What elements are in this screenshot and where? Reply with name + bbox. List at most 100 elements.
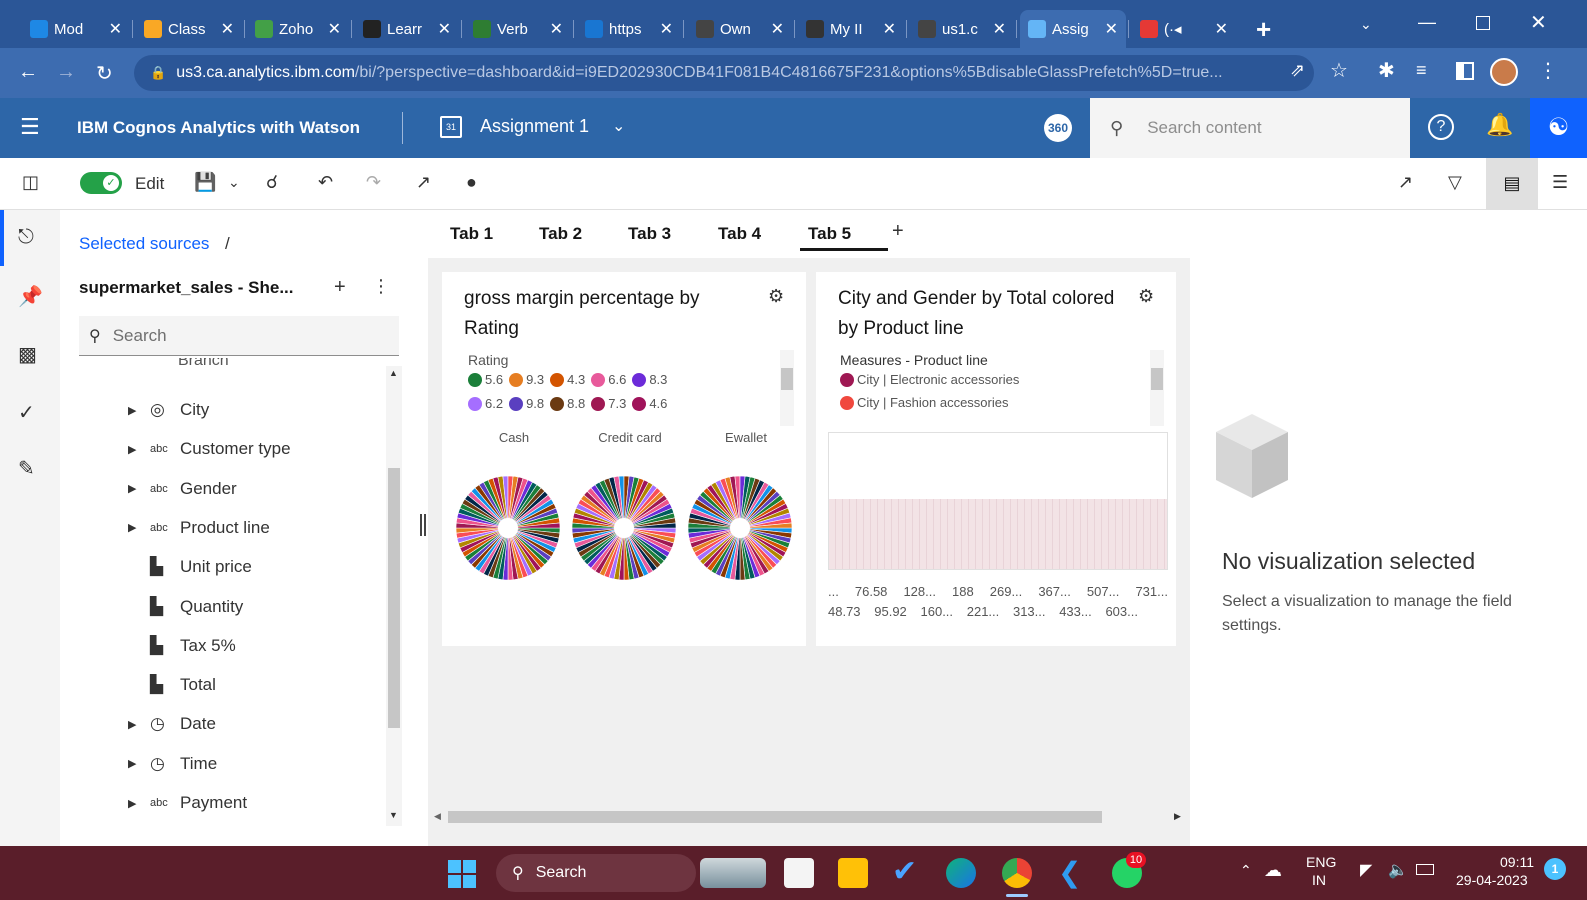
- user-icon[interactable]: ☯: [1530, 98, 1587, 158]
- battery-icon[interactable]: [1416, 864, 1434, 875]
- wifi-icon[interactable]: ◤: [1360, 860, 1372, 880]
- new-tab-button[interactable]: +: [1256, 14, 1271, 45]
- add-tab-button[interactable]: +: [892, 220, 904, 243]
- taskbar-search-box[interactable]: ⚲ Search: [496, 854, 696, 892]
- windows-start-icon[interactable]: [448, 860, 476, 888]
- dashboard-name[interactable]: Assignment 1: [480, 116, 589, 137]
- gross-margin-card[interactable]: gross margin percentage by Rating ⚙ Rati…: [442, 272, 806, 646]
- share-icon[interactable]: ⇗: [1290, 60, 1305, 81]
- save-dropdown-chevron-icon[interactable]: ⌄: [228, 174, 240, 191]
- source-tree-item[interactable]: ▙ Total: [60, 667, 386, 703]
- source-tree-item[interactable]: ▶ abc Product line: [60, 510, 386, 546]
- legend-item[interactable]: City | Fashion accessories: [840, 395, 1019, 410]
- add-source-icon[interactable]: +: [334, 276, 346, 299]
- pin-icon[interactable]: 📌: [18, 284, 43, 309]
- legend-item[interactable]: 9.3: [509, 372, 544, 387]
- browser-tab[interactable]: Verb ✕: [465, 10, 571, 48]
- close-tab-icon[interactable]: ✕: [660, 19, 673, 39]
- assistant-icon[interactable]: ✎: [18, 456, 35, 481]
- legend-item[interactable]: 4.6: [632, 396, 667, 411]
- browser-tab[interactable]: My II ✕: [798, 10, 904, 48]
- browser-tab[interactable]: Own ✕: [688, 10, 792, 48]
- redo-icon[interactable]: ↷: [366, 172, 381, 193]
- undo-icon[interactable]: ↶: [318, 172, 333, 193]
- reading-list-icon[interactable]: ≡: [1416, 60, 1427, 81]
- browser-tab[interactable]: Learr ✕: [355, 10, 459, 48]
- source-name[interactable]: supermarket_sales - She...: [79, 278, 294, 298]
- weather-cloud-icon[interactable]: ☁: [1264, 860, 1282, 881]
- dashboard-tab[interactable]: Tab 3: [628, 224, 671, 244]
- settings-sliders-icon[interactable]: ☰: [1552, 172, 1568, 193]
- caret-right-icon[interactable]: ▶: [128, 482, 136, 495]
- legend-item[interactable]: 8.8: [550, 396, 585, 411]
- search-content-box[interactable]: ⚲ Search content: [1090, 98, 1410, 158]
- chrome-icon[interactable]: [1002, 858, 1032, 888]
- source-tree-item[interactable]: ▙ Unit price: [60, 549, 386, 585]
- legend-scrollbar[interactable]: [1150, 350, 1164, 426]
- tab-search-icon[interactable]: ⌄: [1360, 16, 1372, 33]
- watson-badge[interactable]: 360: [1044, 114, 1072, 142]
- browser-tab[interactable]: Assig ✕: [1020, 10, 1126, 48]
- scroll-down-icon[interactable]: ▼: [389, 810, 398, 820]
- caret-right-icon[interactable]: ▶: [128, 797, 136, 810]
- close-tab-icon[interactable]: ✕: [1105, 19, 1118, 39]
- caret-right-icon[interactable]: ▶: [128, 404, 136, 417]
- side-panel-icon[interactable]: [1456, 62, 1474, 80]
- caret-right-icon[interactable]: ▶: [128, 757, 136, 770]
- legend-item[interactable]: 6.2: [468, 396, 503, 411]
- selected-sources-link[interactable]: Selected sources: [79, 234, 209, 254]
- back-icon[interactable]: ←: [18, 61, 38, 84]
- source-tree-item[interactable]: ▙ Tax 5%: [60, 628, 386, 664]
- close-tab-icon[interactable]: ✕: [328, 19, 341, 39]
- browser-menu-icon[interactable]: ⋮: [1538, 58, 1558, 83]
- source-tree-item[interactable]: ▶ abc Payment: [60, 785, 386, 821]
- relationships-icon[interactable]: ●: [466, 172, 477, 193]
- legend-item[interactable]: 7.3: [591, 396, 626, 411]
- tree-scrollbar[interactable]: ▲ ▼: [386, 366, 402, 826]
- source-tree-item[interactable]: ▶ abc Gender: [60, 471, 386, 507]
- legend-item[interactable]: 6.6: [591, 372, 626, 387]
- filter-icon[interactable]: ▽: [1448, 172, 1462, 193]
- close-tab-icon[interactable]: ✕: [221, 19, 234, 39]
- properties-panel-icon[interactable]: ▤: [1486, 158, 1538, 209]
- dashboard-tab[interactable]: Tab 4: [718, 224, 761, 244]
- browser-tab[interactable]: us1.c ✕: [910, 10, 1014, 48]
- language-line1[interactable]: ENG: [1306, 854, 1336, 870]
- notifications-bell-icon[interactable]: 🔔: [1486, 112, 1513, 138]
- notification-badge[interactable]: 1: [1544, 858, 1566, 880]
- legend-item[interactable]: 8.3: [632, 372, 667, 387]
- visualizations-icon[interactable]: ▩: [18, 342, 37, 367]
- caret-right-icon[interactable]: ▶: [128, 718, 136, 731]
- legend-scrollbar[interactable]: [780, 350, 794, 426]
- legend-item[interactable]: 5.6: [468, 372, 503, 387]
- close-tab-icon[interactable]: ✕: [771, 19, 784, 39]
- save-icon[interactable]: 💾: [194, 172, 216, 193]
- profile-avatar[interactable]: [1490, 58, 1518, 86]
- source-menu-icon[interactable]: ⋮: [372, 276, 390, 297]
- legend-thumb[interactable]: [1151, 368, 1163, 390]
- legend-item[interactable]: 4.3: [550, 372, 585, 387]
- close-tab-icon[interactable]: ✕: [438, 19, 451, 39]
- source-tree-item[interactable]: ▶ ◷ Time: [60, 746, 386, 782]
- browser-tab[interactable]: Zoho ✕: [247, 10, 349, 48]
- scroll-right-icon[interactable]: ▶: [1174, 811, 1181, 822]
- close-window-icon[interactable]: ✕: [1530, 10, 1547, 35]
- data-sources-icon[interactable]: ⎋: [18, 226, 34, 249]
- card-settings-icon[interactable]: ⚙: [768, 286, 784, 307]
- language-line2[interactable]: IN: [1312, 872, 1326, 888]
- browser-tab[interactable]: https ✕: [577, 10, 681, 48]
- city-gender-card[interactable]: City and Gender by Total colored by Prod…: [816, 272, 1176, 646]
- comment-icon[interactable]: ◫: [22, 172, 39, 193]
- vscode-icon[interactable]: ❮: [1058, 856, 1081, 889]
- legend-item[interactable]: 9.8: [509, 396, 544, 411]
- reload-icon[interactable]: ↻: [96, 61, 113, 86]
- canvas-scroll-thumb[interactable]: [448, 811, 1102, 823]
- minimize-icon[interactable]: —: [1418, 12, 1436, 33]
- legend-item[interactable]: City | Electronic accessories: [840, 372, 1019, 387]
- close-tab-icon[interactable]: ✕: [550, 19, 563, 39]
- todo-check-icon[interactable]: ✔: [892, 854, 917, 889]
- search-highlight-image[interactable]: [700, 858, 766, 888]
- chevron-down-icon[interactable]: ⌄: [612, 116, 625, 136]
- help-icon[interactable]: ?: [1428, 114, 1454, 140]
- file-explorer-icon[interactable]: [838, 858, 868, 888]
